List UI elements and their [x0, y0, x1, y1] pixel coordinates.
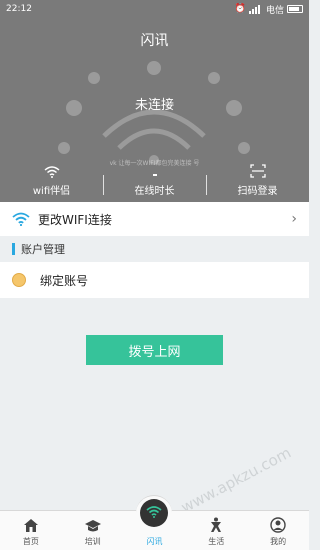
status-bar: 22:12 ⏰ 电信: [0, 0, 309, 18]
status-carrier: 电信: [265, 5, 284, 16]
section-accent-bar: [12, 243, 15, 255]
account-section-title: 账户管理: [21, 243, 65, 256]
online-duration-button[interactable]: 在线时长: [103, 163, 206, 199]
nav-item-shanxun[interactable]: 闪讯: [124, 495, 186, 550]
scan-login-button[interactable]: 扫码登录: [206, 163, 309, 199]
nav-training-label: 培训: [84, 537, 101, 546]
bind-account-label: 绑定账号: [40, 273, 89, 288]
hero-panel: 22:12 ⏰ 电信 闪讯 未连接 vk 让每一次WIFI都包完美连接 号 wi…: [0, 0, 309, 202]
page-title: 闪讯: [140, 33, 169, 49]
scan-icon: [249, 164, 266, 178]
wifi-icon: [146, 505, 163, 518]
chevron-right-icon: ›: [291, 211, 297, 227]
change-wifi-row[interactable]: 更改WIFI连接 ›: [0, 202, 309, 236]
watermark: www.apkzu.com: [178, 443, 295, 517]
hero-actions: wifi伴侣 在线时长 扫码登录: [0, 163, 309, 199]
nav-item-home[interactable]: 首页: [0, 511, 62, 550]
nav-item-mine[interactable]: 我的: [247, 511, 309, 550]
nav-item-training[interactable]: 培训: [62, 511, 124, 550]
bind-account-icon: [12, 273, 26, 287]
nav-item-life[interactable]: 生活: [185, 511, 247, 550]
connection-status: 未连接: [134, 98, 174, 113]
wifi-companion-button[interactable]: wifi伴侣: [0, 163, 103, 199]
nav-home-label: 首页: [22, 537, 39, 546]
status-right: ⏰ 电信: [235, 3, 303, 16]
battery-icon: [287, 5, 303, 13]
bottom-nav: 首页 培训 闪讯 生活 我的: [0, 495, 309, 550]
nav-life-label: 生活: [208, 537, 225, 546]
user-circle-icon: [270, 517, 286, 533]
alarm-icon: ⏰: [234, 4, 246, 14]
change-wifi-label: 更改WIFI连接: [38, 212, 112, 227]
nav-shanxun-label: 闪讯: [146, 537, 163, 546]
home-icon: [23, 519, 38, 532]
account-section-header: 账户管理: [0, 238, 309, 260]
graduation-cap-icon: [84, 520, 101, 532]
scan-login-label: 扫码登录: [237, 186, 278, 197]
nav-mine-label: 我的: [270, 537, 287, 546]
wifi-icon: [12, 212, 30, 226]
dial-connect-button[interactable]: 拨号上网: [86, 335, 223, 365]
online-duration-label: 在线时长: [134, 186, 175, 197]
clock-icon: [152, 174, 157, 176]
wifi-icon: [44, 166, 59, 178]
wifi-companion-label: wifi伴侣: [32, 186, 71, 197]
person-icon: [211, 517, 222, 532]
bind-account-row[interactable]: 绑定账号: [0, 262, 309, 298]
status-time: 22:12: [6, 4, 32, 14]
signal-icon: [248, 4, 263, 14]
